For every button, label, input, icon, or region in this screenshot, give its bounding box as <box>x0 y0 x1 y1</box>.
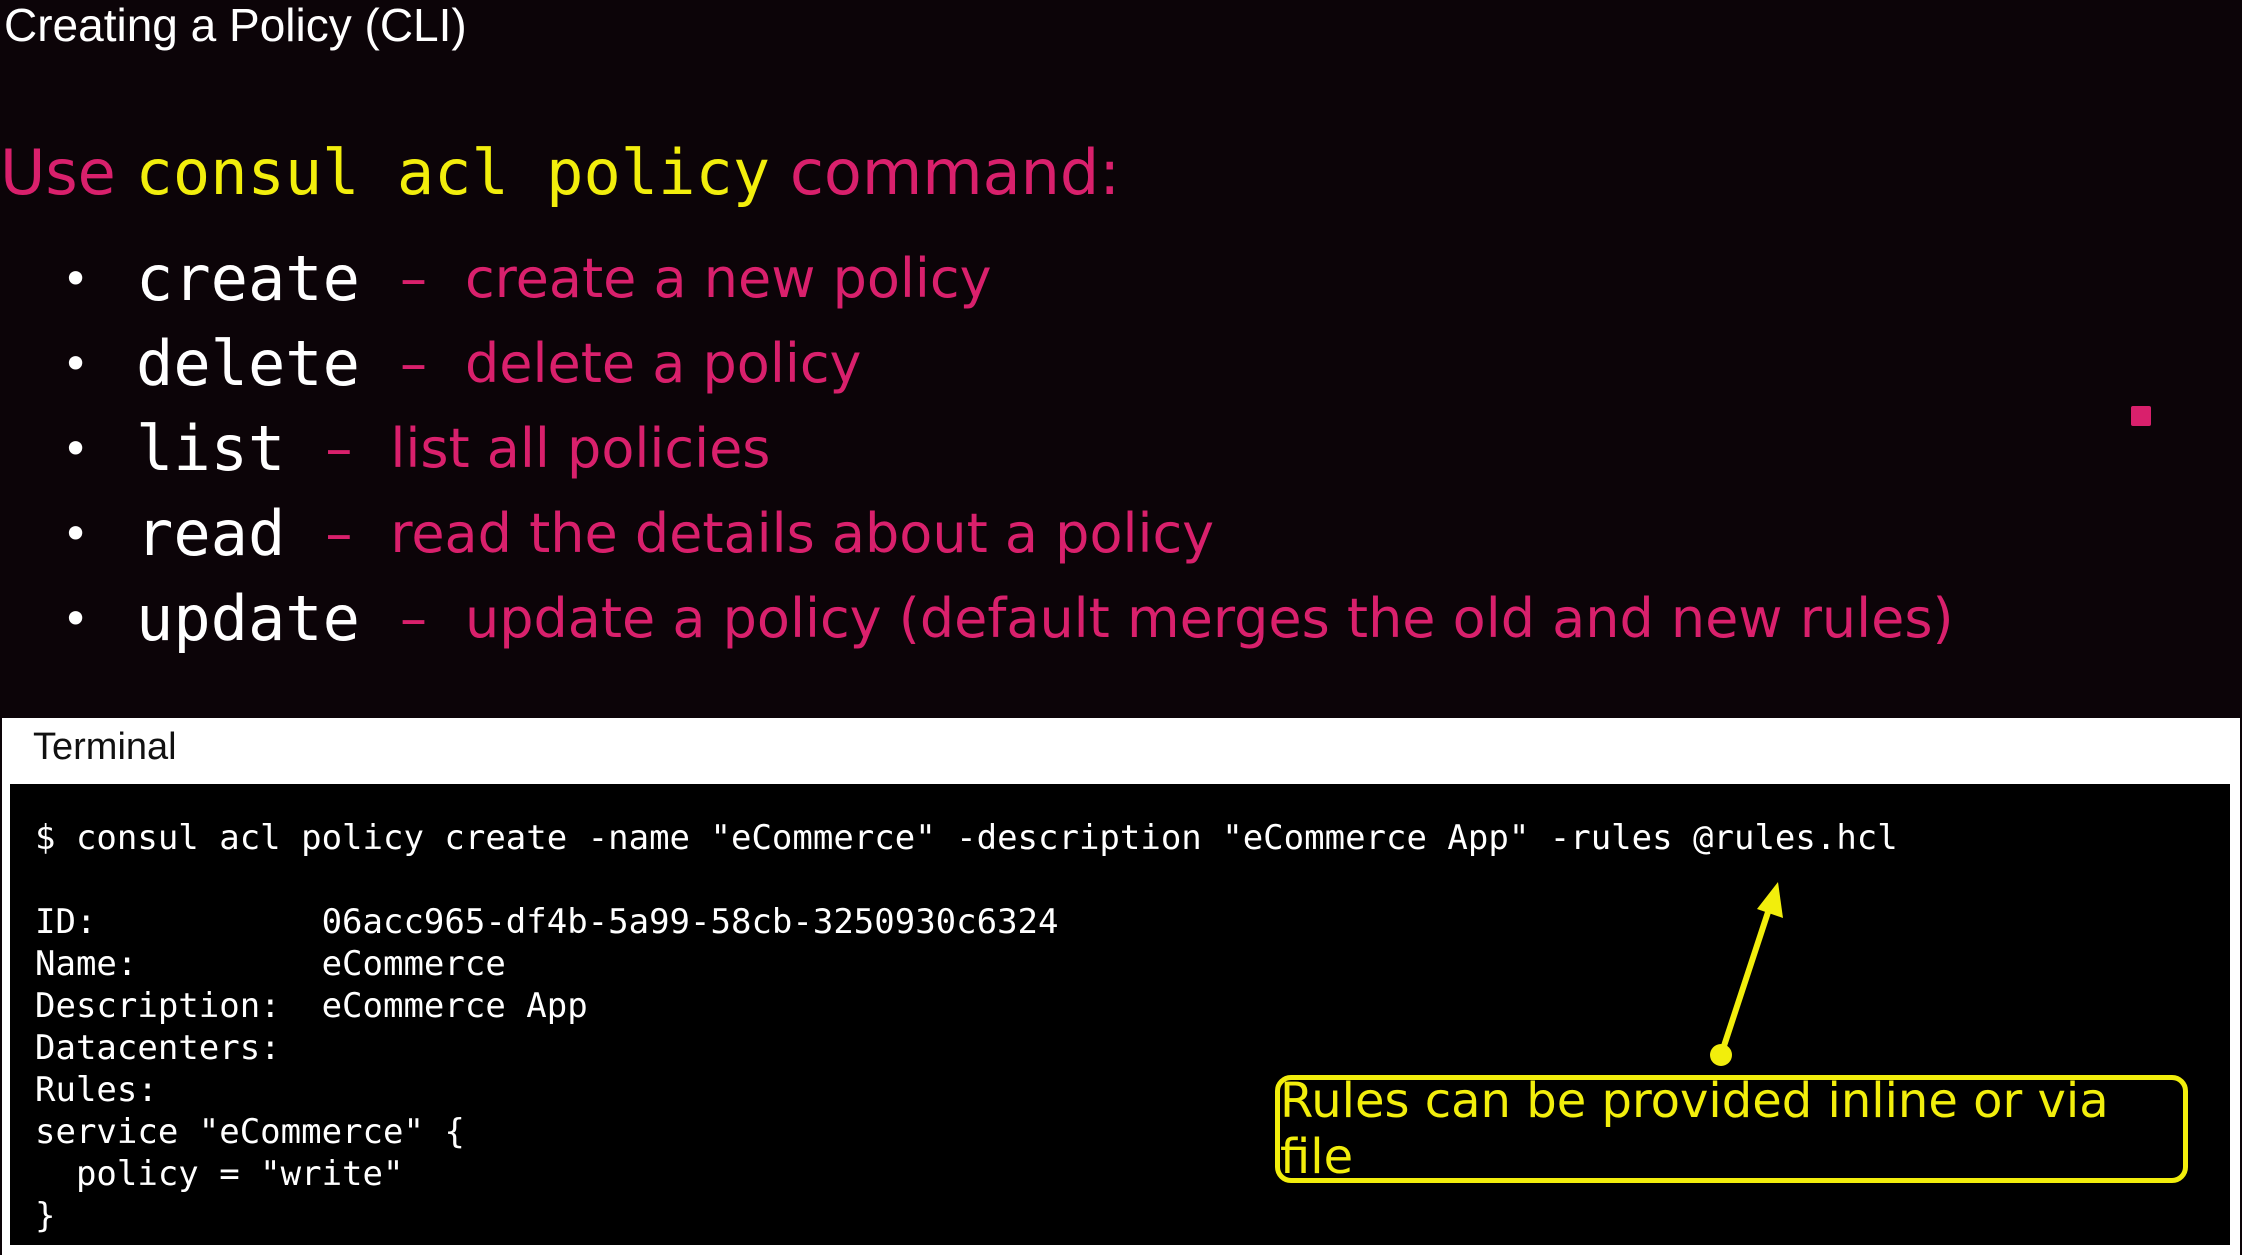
callout-box: Rules can be provided inline or via file <box>1275 1073 2188 1185</box>
callout-arrow-icon <box>1710 882 1783 1066</box>
callout-text: Rules can be provided inline or via file <box>1280 1073 2109 1185</box>
